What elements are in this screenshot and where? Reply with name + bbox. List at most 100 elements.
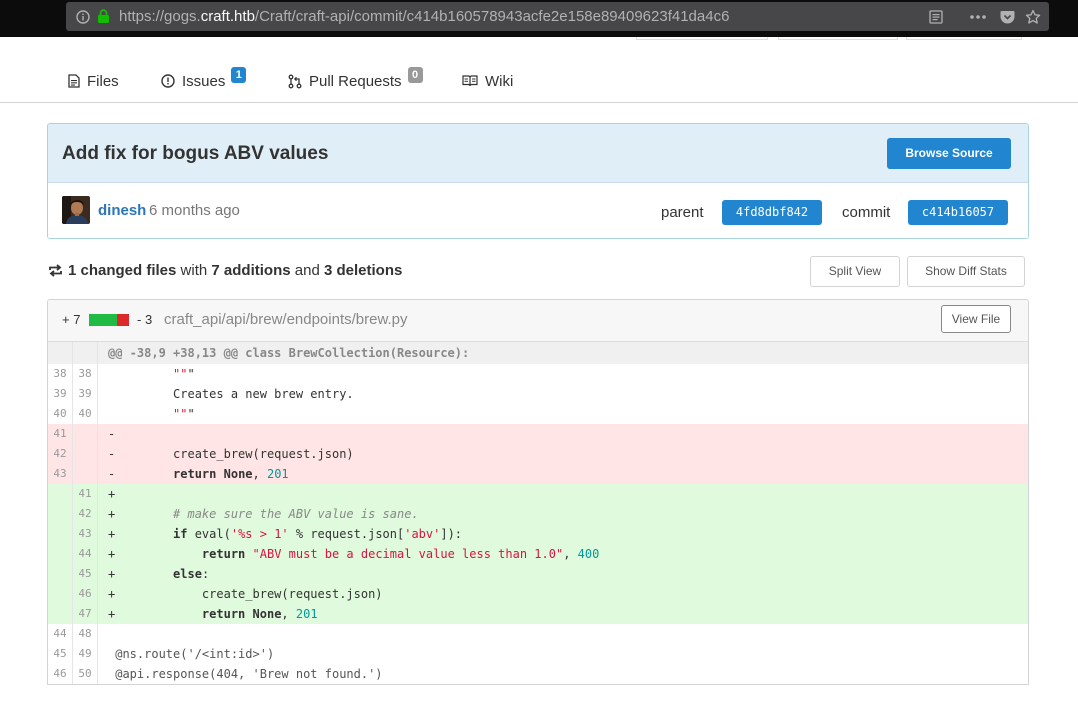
stats-and-text: and	[294, 262, 320, 279]
diff-line: 45 49 @ns.route('/<int:id>')	[48, 644, 1028, 664]
pocket-icon[interactable]	[998, 2, 1016, 31]
commit-sha-label[interactable]: c414b16057	[908, 200, 1008, 225]
new-line-number[interactable]: 46	[73, 584, 98, 604]
author-link[interactable]: dinesh	[98, 202, 146, 219]
tab-wiki[interactable]: Wiki	[462, 64, 513, 98]
diff-line-code: +	[108, 487, 116, 501]
diff-line: 43 + if eval('%s > 1' % request.json['abv…	[48, 524, 1028, 544]
url-bar[interactable]: https://gogs.craft.htb/Craft/craft-api/c…	[66, 2, 1049, 31]
avatar[interactable]	[62, 196, 90, 224]
tab-issues-label: Issues	[182, 72, 226, 90]
diff-line-code: + # make sure the ABV value is sane.	[108, 507, 419, 521]
old-line-number[interactable]: 45	[48, 644, 73, 664]
diff-line-code	[98, 624, 1028, 644]
diff-line: 43 - return None, 201	[48, 464, 1028, 484]
hunk-header-text: @@ -38,9 +38,13 @@ class BrewCollection(…	[108, 346, 470, 360]
diff-line-code: + else:	[108, 567, 210, 581]
file-deletions: - 3	[137, 312, 153, 327]
diff-line-code: - create_brew(request.json)	[108, 447, 354, 461]
diff-file: + 7 - 3 craft_api/api/brew/endpoints/bre…	[47, 299, 1029, 685]
book-icon	[462, 75, 478, 87]
view-file-button[interactable]: View File	[941, 305, 1011, 333]
diff-line: 40 40 """	[48, 404, 1028, 424]
commit-label: commit	[842, 204, 891, 221]
hunk-header: @@ -38,9 +38,13 @@ class BrewCollection(…	[48, 342, 1028, 364]
diff-line: 42 - create_brew(request.json)	[48, 444, 1028, 464]
new-line-number[interactable]: 39	[73, 384, 98, 404]
info-icon[interactable]	[75, 2, 91, 31]
additions-count: 7 additions	[211, 262, 291, 279]
stats-with-text: with	[180, 262, 208, 279]
diff-line-code: """	[173, 407, 195, 421]
tab-files[interactable]: Files	[68, 64, 119, 98]
show-diff-stats-button[interactable]: Show Diff Stats	[907, 256, 1025, 287]
diff-line: 39 39 Creates a new brew entry.	[48, 384, 1028, 404]
lock-icon[interactable]	[95, 2, 111, 31]
tab-wiki-label: Wiki	[485, 72, 514, 90]
diff-line: 45 + else:	[48, 564, 1028, 584]
old-line-number[interactable]	[48, 484, 73, 504]
old-line-number[interactable]: 44	[48, 624, 73, 644]
bookmark-star-icon[interactable]	[1024, 2, 1042, 31]
diff-line: 44 + return "ABV must be a decimal value …	[48, 544, 1028, 564]
new-line-number[interactable]: 45	[73, 564, 98, 584]
diff-line-code: + if eval('%s > 1' % request.json['abv']…	[108, 527, 463, 541]
old-line-number[interactable]: 38	[48, 364, 73, 384]
old-line-number[interactable]: 39	[48, 384, 73, 404]
page-actions-icon[interactable]	[968, 2, 988, 31]
diff-line-code: + return "ABV must be a decimal value le…	[108, 547, 600, 561]
diff-line: 38 38 """	[48, 364, 1028, 384]
old-line-number[interactable]: 42	[48, 444, 73, 464]
tab-pull-requests-label: Pull Requests	[309, 72, 402, 90]
new-line-number[interactable]: 49	[73, 644, 98, 664]
new-line-number[interactable]: 38	[73, 364, 98, 384]
git-pull-request-icon	[288, 74, 302, 88]
diff-line: 47 + return None, 201	[48, 604, 1028, 624]
old-line-number[interactable]	[48, 524, 73, 544]
old-line-number[interactable]	[48, 584, 73, 604]
file-text-icon	[68, 74, 80, 88]
old-line-number[interactable]: 46	[48, 664, 73, 684]
parent-sha-link[interactable]: 4fd8dbf842	[722, 200, 822, 225]
diff-line: 44 48	[48, 624, 1028, 644]
diff-line-code: """	[173, 367, 195, 381]
old-line-number[interactable]: 43	[48, 464, 73, 484]
old-line-number[interactable]: 41	[48, 424, 73, 444]
diff-line-code: - return None, 201	[108, 467, 289, 481]
file-additions: + 7	[62, 312, 81, 327]
new-line-number[interactable]: 42	[73, 504, 98, 524]
old-line-number[interactable]	[48, 604, 73, 624]
pull-requests-count-badge: 0	[407, 67, 423, 83]
old-line-number[interactable]: 40	[48, 404, 73, 424]
header-button-edge	[778, 37, 898, 40]
old-line-number[interactable]	[48, 504, 73, 524]
new-line-number[interactable]: 41	[73, 484, 98, 504]
old-line-number[interactable]	[48, 564, 73, 584]
split-view-button[interactable]: Split View	[810, 256, 900, 287]
diff-line: 46 50 @api.response(404, 'Brew not found.…	[48, 664, 1028, 684]
diff-line-code: + return None, 201	[108, 607, 318, 621]
reader-view-icon[interactable]	[927, 2, 945, 31]
new-line-number[interactable]: 47	[73, 604, 98, 624]
diff-stat-bar	[89, 314, 130, 326]
tab-issues[interactable]: Issues 1	[161, 64, 247, 98]
new-line-number[interactable]: 50	[73, 664, 98, 684]
new-line-number[interactable]: 44	[73, 544, 98, 564]
repo-tab-bar: Files Issues 1 Pull Requests 0 Wiki	[0, 37, 1078, 103]
diff-line-code: @api.response(404, 'Brew not found.')	[108, 667, 383, 681]
url-text[interactable]: https://gogs.craft.htb/Craft/craft-api/c…	[119, 2, 729, 31]
tab-pull-requests[interactable]: Pull Requests 0	[288, 64, 423, 98]
issues-count-badge: 1	[231, 67, 247, 83]
new-line-number[interactable]: 43	[73, 524, 98, 544]
commit-title: Add fix for bogus ABV values	[62, 143, 329, 164]
new-line-number[interactable]	[73, 464, 98, 484]
new-line-number[interactable]	[73, 424, 98, 444]
new-line-number[interactable]: 48	[73, 624, 98, 644]
old-line-number[interactable]	[48, 544, 73, 564]
diff-line-code: -	[108, 427, 116, 441]
new-line-number[interactable]	[73, 444, 98, 464]
tab-files-label: Files	[87, 72, 119, 90]
new-line-number[interactable]: 40	[73, 404, 98, 424]
parent-label: parent	[661, 204, 704, 221]
browse-source-button[interactable]: Browse Source	[887, 138, 1011, 169]
